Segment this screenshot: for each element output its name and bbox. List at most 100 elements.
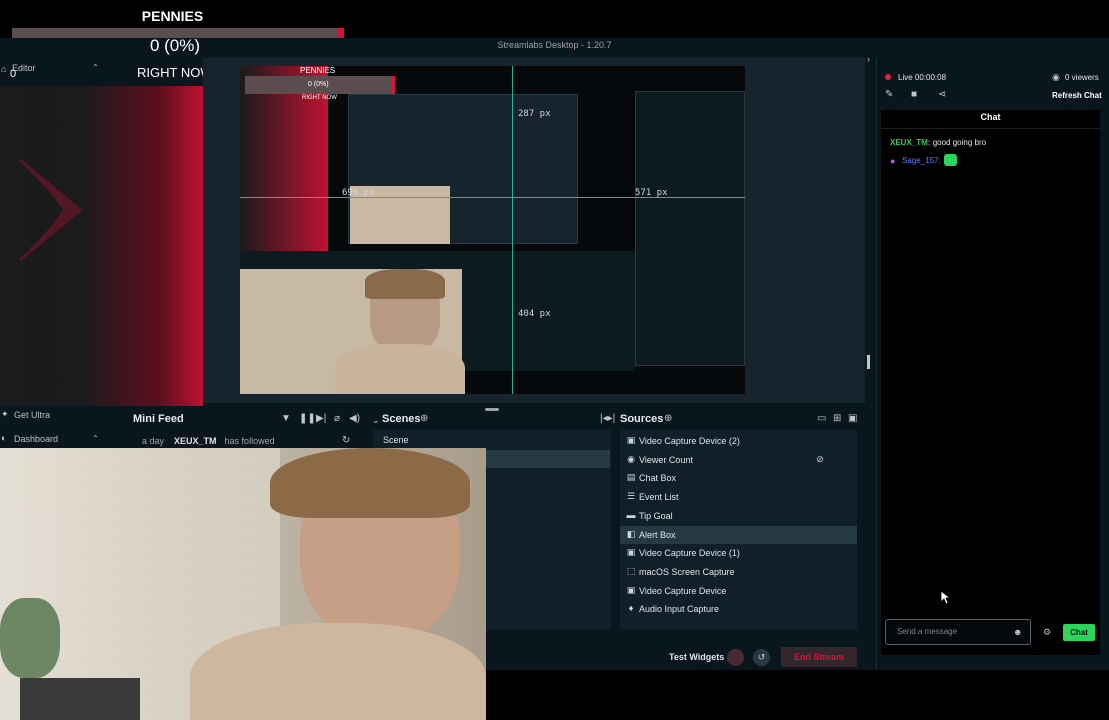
- eye-icon: ◉: [1052, 72, 1060, 82]
- add-source-icon[interactable]: ⊕: [664, 414, 672, 424]
- sources-title: Sources: [620, 413, 664, 425]
- mini-feed-event: a day XEUX_TM has followed: [142, 436, 275, 446]
- chat-title: Chat: [980, 112, 1001, 122]
- goal-subtitle: RIGHT NOW: [137, 65, 213, 80]
- source-row[interactable]: ▤ Chat Box: [620, 469, 857, 487]
- source-group-icon[interactable]: ▭: [817, 414, 826, 424]
- edit-icon[interactable]: ✎: [885, 90, 893, 100]
- camera-icon: ▣: [626, 584, 636, 595]
- nested-webcam-large: [240, 269, 465, 394]
- chat-icon: ▤: [626, 472, 636, 483]
- folder-icon[interactable]: ▣: [848, 414, 857, 424]
- source-row[interactable]: ▣ Video Capture Device: [620, 582, 857, 600]
- source-row[interactable]: ☰ Event List: [620, 488, 857, 506]
- transitions-icon[interactable]: |◂▸|: [600, 414, 615, 424]
- live-indicator-icon: [885, 74, 891, 80]
- chat-text: good going bro: [932, 138, 987, 147]
- sidebar-item-dashboard[interactable]: Dashboard: [14, 434, 58, 444]
- mini-feed-title: Mini Feed: [133, 413, 184, 425]
- source-row[interactable]: ▣ Video Capture Device (1): [620, 544, 857, 562]
- event-action: has followed: [224, 436, 275, 446]
- editor-icon: ⌂: [1, 64, 7, 74]
- chat-divider: [881, 128, 1100, 129]
- source-row[interactable]: ▬ Tip Goal: [620, 507, 857, 525]
- webcam-feed: [0, 448, 486, 720]
- resize-handle[interactable]: [867, 355, 870, 369]
- add-folder-icon[interactable]: ⊞: [833, 414, 841, 424]
- emoji-icon[interactable]: ☻: [1013, 627, 1022, 637]
- chat-message: Sage_157:: [902, 156, 941, 165]
- guide-bottom-label: 404 px: [518, 309, 551, 319]
- skip-icon[interactable]: ▶|: [316, 414, 326, 424]
- visibility-toggle-icon[interactable]: ⊘: [815, 454, 825, 464]
- end-stream-button[interactable]: End Stream: [781, 647, 857, 667]
- source-label: Chat Box: [639, 473, 677, 484]
- source-row[interactable]: ◧ Alert Box: [620, 525, 857, 544]
- collapse-chat-icon[interactable]: ›: [867, 54, 870, 64]
- chevron-down-icon[interactable]: ⌄: [372, 415, 380, 425]
- guide-horizontal: [240, 197, 745, 198]
- goal-small-count: 0: [10, 68, 17, 80]
- refresh-chat-button[interactable]: Refresh Chat: [1052, 91, 1102, 100]
- source-label: Audio Input Capture: [639, 604, 720, 615]
- event-user[interactable]: XEUX_TM: [174, 436, 217, 446]
- add-scene-icon[interactable]: ⊕: [420, 414, 428, 424]
- test-widget-button[interactable]: [727, 649, 744, 666]
- nested-goal-title: PENNIES: [300, 66, 336, 75]
- sidebar-item-get-ultra[interactable]: Get Ultra: [14, 410, 50, 420]
- gear-icon[interactable]: ⚙: [1043, 627, 1051, 637]
- mute-alerts-icon[interactable]: ⌀: [334, 414, 340, 424]
- test-widgets-label: Test Widgets: [669, 652, 725, 662]
- goal-value: 0 (0%): [149, 36, 201, 55]
- camera-icon: ▣: [626, 547, 636, 558]
- source-label: macOS Screen Capture: [639, 566, 735, 577]
- nested-goal-subtitle: RIGHT NOW: [302, 95, 337, 101]
- video-icon[interactable]: ■: [911, 90, 917, 100]
- source-label: Video Capture Device (2): [639, 436, 740, 446]
- live-timer: Live 00:00:08: [898, 73, 947, 82]
- chevron-up-icon[interactable]: ⌃: [92, 434, 99, 444]
- chat-message: XEUX_TM: good going bro: [890, 138, 986, 147]
- chat-user[interactable]: XEUX_TM:: [890, 138, 930, 147]
- dashboard-icon: ◐: [1, 433, 7, 443]
- guide-right-label: 571 px: [635, 188, 668, 198]
- send-chat-button[interactable]: Chat: [1063, 624, 1095, 641]
- repeat-icon[interactable]: ↻: [342, 436, 350, 446]
- source-label: Video Capture Device: [639, 585, 727, 596]
- scenes-title: Scenes: [382, 413, 421, 425]
- stripe-pattern: [20, 158, 83, 262]
- source-row[interactable]: ◉ Viewer Count ⊘: [620, 451, 857, 469]
- guide-vertical: [512, 66, 513, 394]
- chat-user[interactable]: Sage_157:: [902, 156, 941, 165]
- panel-resize-handle[interactable]: [485, 408, 499, 411]
- scene-item[interactable]: Scene: [383, 435, 409, 445]
- filter-icon[interactable]: ▼: [281, 414, 291, 424]
- stream-canvas[interactable]: PENNIES 0 (0%) RIGHT NOW: [240, 66, 745, 394]
- volume-icon[interactable]: ◀): [349, 414, 360, 424]
- source-row[interactable]: ♦ Audio Input Capture: [620, 600, 857, 618]
- share-icon[interactable]: ⋖: [938, 90, 946, 100]
- chat-box: [881, 110, 1100, 655]
- replay-icon[interactable]: ↺: [753, 649, 770, 666]
- alert-icon: ◧: [626, 528, 636, 539]
- viewer-count: 0 viewers: [1065, 73, 1099, 82]
- event-time: a day: [142, 436, 165, 446]
- source-row[interactable]: ⬚ macOS Screen Capture: [620, 563, 857, 581]
- pause-icon[interactable]: ❚❚: [299, 414, 316, 424]
- nested-goal-value: 0 (0%): [308, 81, 329, 88]
- eye-icon: ◉: [627, 453, 635, 464]
- nested-chat: [635, 91, 745, 366]
- scene-selected-row[interactable]: [486, 450, 610, 468]
- chevron-up-icon[interactable]: ⌃: [92, 63, 99, 73]
- guide-left-label: 696 px: [342, 188, 375, 198]
- guide-top-label: 287 px: [518, 109, 551, 119]
- source-row[interactable]: ▣ Video Capture Device (2): [620, 432, 857, 450]
- source-label: Tip Goal: [639, 510, 673, 521]
- mouse-cursor-icon: [941, 591, 951, 605]
- camera-icon: ▣: [626, 435, 636, 445]
- source-label: Event List: [639, 492, 679, 503]
- ultra-icon: ✦: [1, 409, 9, 419]
- screen-capture-icon: ⬚: [626, 565, 636, 576]
- source-label: Video Capture Device (1): [639, 548, 740, 559]
- microphone-icon: ♦: [628, 603, 634, 614]
